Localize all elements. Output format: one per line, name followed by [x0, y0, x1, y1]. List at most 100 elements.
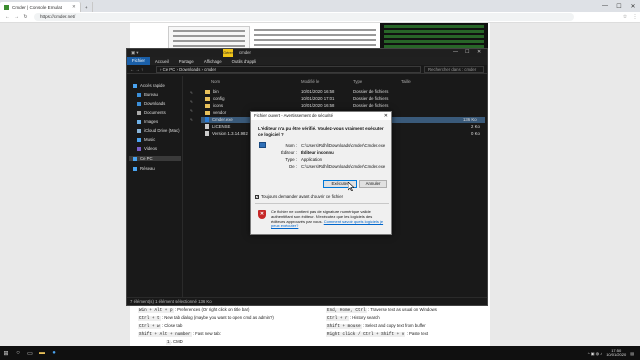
- nav-item-documents[interactable]: Documents: [137, 110, 166, 115]
- folder-icon: [205, 89, 210, 94]
- notification-icon[interactable]: ▤: [630, 351, 634, 356]
- nav-arrows-icon[interactable]: ← → ↑: [130, 67, 156, 72]
- tray-icons[interactable]: ^ ▣ ◍ ♪: [588, 351, 602, 356]
- navigation-pane: Accès rapide Bureau Downloads Documents …: [127, 76, 183, 298]
- nav-item-quick-access[interactable]: Accès rapide: [133, 83, 165, 88]
- cancel-button[interactable]: Annuler: [359, 180, 387, 188]
- window-title: cmder: [239, 50, 251, 55]
- security-warning-dialog: Fichier ouvert - Avertissement de sécuri…: [250, 111, 392, 235]
- file-row[interactable]: bin 10/01/2020 16:58 Dossier de fichiers: [201, 89, 485, 95]
- ribbon-tab-app-tools[interactable]: Outils d'appli: [227, 59, 261, 64]
- folder-icon: [205, 103, 210, 108]
- explorer-close-button[interactable]: ✕: [477, 49, 481, 55]
- file-list-header: Nom Modifié le Type Taille: [201, 79, 485, 85]
- file-row[interactable]: icons 10/01/2020 16:58 Dossier de fichie…: [201, 103, 485, 109]
- computer-icon: [133, 156, 137, 161]
- browser-toolbar: ← → ↻ https://cmder.net/ ☆ ⋮: [0, 12, 640, 23]
- network-icon: [133, 166, 137, 171]
- browser-taskbar-icon[interactable]: ●: [48, 346, 60, 360]
- star-icon[interactable]: ☆: [620, 14, 630, 20]
- nav-item-images[interactable]: Images: [137, 119, 158, 124]
- always-ask-checkbox[interactable]: ✓ Toujours demander avant d'ouvrir ce fic…: [255, 194, 343, 199]
- manage-tab[interactable]: Gérer: [223, 49, 233, 57]
- browser-tab[interactable]: Cmder | Console Emulat ✕: [0, 2, 81, 12]
- ribbon-tab-view[interactable]: Affichage: [199, 59, 227, 64]
- nav-item-network[interactable]: Réseau: [133, 166, 155, 171]
- document-icon: [137, 110, 141, 115]
- explorer-status-bar: 7 élément(s) 1 élément sélectionné 136 K…: [127, 297, 487, 305]
- music-icon: [137, 137, 141, 142]
- back-icon[interactable]: ←: [3, 14, 12, 20]
- checkbox-checked-icon[interactable]: ✓: [255, 194, 259, 199]
- explorer-search-input[interactable]: Rechercher dans : cmder: [424, 65, 484, 73]
- ribbon-tabs: Fichier Accueil Partage Affichage Outils…: [127, 57, 487, 65]
- folder-taskbar-icon[interactable]: ▬: [36, 346, 48, 360]
- application-icon: [259, 142, 266, 148]
- shortcut-item: Ctrl + w : Close tab: [138, 323, 183, 329]
- nav-item-downloads[interactable]: Downloads: [137, 101, 165, 106]
- shortcut-item: Ctrl + t : New tab dialog (maybe you wan…: [138, 315, 274, 321]
- minimize-window-button[interactable]: —: [598, 3, 612, 9]
- folder-icon: [205, 96, 210, 101]
- reload-icon[interactable]: ↻: [21, 14, 30, 20]
- close-tab-icon[interactable]: ✕: [72, 4, 76, 10]
- browser-tab-bar: Cmder | Console Emulat ✕ + — ☐ ✕: [0, 0, 640, 12]
- ribbon-tab-home[interactable]: Accueil: [150, 59, 174, 64]
- file-icon: [205, 131, 209, 137]
- taskbar: ⊞ ○ ▭ ▬ ● ^ ▣ ◍ ♪ 17:50 10/01/2020 ▤: [0, 346, 640, 360]
- nav-item-this-pc[interactable]: Ce PC: [129, 156, 181, 161]
- search-icon[interactable]: ○: [12, 346, 24, 360]
- shortcut-item: Ctrl + r : History search: [326, 315, 380, 321]
- exe-icon: [205, 117, 209, 123]
- nav-item-music[interactable]: Music: [137, 137, 155, 142]
- download-icon: [137, 101, 141, 106]
- column-name[interactable]: Nom: [211, 79, 220, 84]
- new-tab-button[interactable]: +: [81, 2, 93, 12]
- column-size[interactable]: Taille: [401, 79, 411, 84]
- url-field[interactable]: https://cmder.net/: [34, 13, 574, 21]
- pin-icon: ✎: [190, 109, 194, 113]
- column-type[interactable]: Type: [353, 79, 362, 84]
- mouse-cursor-icon: [348, 182, 354, 191]
- shortcut-item: End, Home, Ctrl : Traverse text as usual…: [326, 307, 437, 313]
- explorer-minimize-button[interactable]: —: [453, 49, 458, 55]
- nav-item-icloud[interactable]: iCloud Drive (Mac): [137, 128, 180, 133]
- file-row[interactable]: config 10/01/2020 17:01 Dossier de fichi…: [201, 96, 485, 102]
- explorer-maximize-button[interactable]: ☐: [465, 49, 469, 55]
- system-tray: ^ ▣ ◍ ♪ 17:50 10/01/2020 ▤: [588, 348, 640, 358]
- column-date[interactable]: Modifié le: [301, 79, 319, 84]
- checkbox-label: Toujours demander avant d'ouvrir ce fich…: [261, 194, 344, 199]
- desktop-icon: [137, 92, 141, 97]
- shortcuts-section: Win + Alt + p : Preferences (Or right cl…: [138, 306, 488, 346]
- dialog-divider: [255, 203, 389, 204]
- start-icon[interactable]: ⊞: [0, 346, 12, 360]
- nav-item-videos[interactable]: Videos: [137, 146, 157, 151]
- image-icon: [137, 119, 141, 124]
- quick-access-toolbar[interactable]: ▣ ▾: [131, 50, 138, 56]
- file-icon: [205, 124, 209, 130]
- pin-icon: ✎: [190, 91, 194, 95]
- task-view-icon[interactable]: ▭: [24, 346, 36, 360]
- menu-icon[interactable]: ⋮: [630, 14, 640, 20]
- nav-item-desktop[interactable]: Bureau: [137, 92, 158, 97]
- dialog-close-icon[interactable]: ✕: [384, 112, 388, 120]
- explorer-title-bar: ▣ ▾ Gérer cmder — ☐ ✕: [127, 49, 487, 57]
- shortcut-item: Shift + mouse : Select and copy text fro…: [326, 323, 426, 329]
- ribbon-tab-file[interactable]: Fichier: [127, 57, 150, 65]
- maximize-window-button[interactable]: ☐: [612, 3, 626, 10]
- ribbon-tab-share[interactable]: Partage: [174, 59, 199, 64]
- dialog-warning-text: Ce fichier ne contient pas de signature …: [271, 209, 384, 229]
- close-window-button[interactable]: ✕: [626, 3, 640, 10]
- explorer-address-row: ← → ↑ › Ce PC › Downloads › cmder Recher…: [127, 65, 487, 74]
- tab-title: Cmder | Console Emulat: [12, 4, 62, 10]
- shortcut-item: 1. CMD: [166, 339, 183, 345]
- dialog-title: Fichier ouvert - Avertissement de sécuri…: [254, 113, 333, 118]
- folder-icon: [205, 110, 210, 115]
- favicon-icon: [4, 4, 9, 10]
- shortcut-item: Shift + Alt + number : Fast new tab:: [138, 331, 221, 337]
- explorer-path-field[interactable]: › Ce PC › Downloads › cmder: [156, 65, 421, 73]
- dialog-title-bar: Fichier ouvert - Avertissement de sécuri…: [251, 112, 391, 120]
- clock[interactable]: 17:50 10/01/2020: [606, 348, 626, 358]
- video-icon: [137, 146, 141, 151]
- forward-icon[interactable]: →: [12, 14, 21, 20]
